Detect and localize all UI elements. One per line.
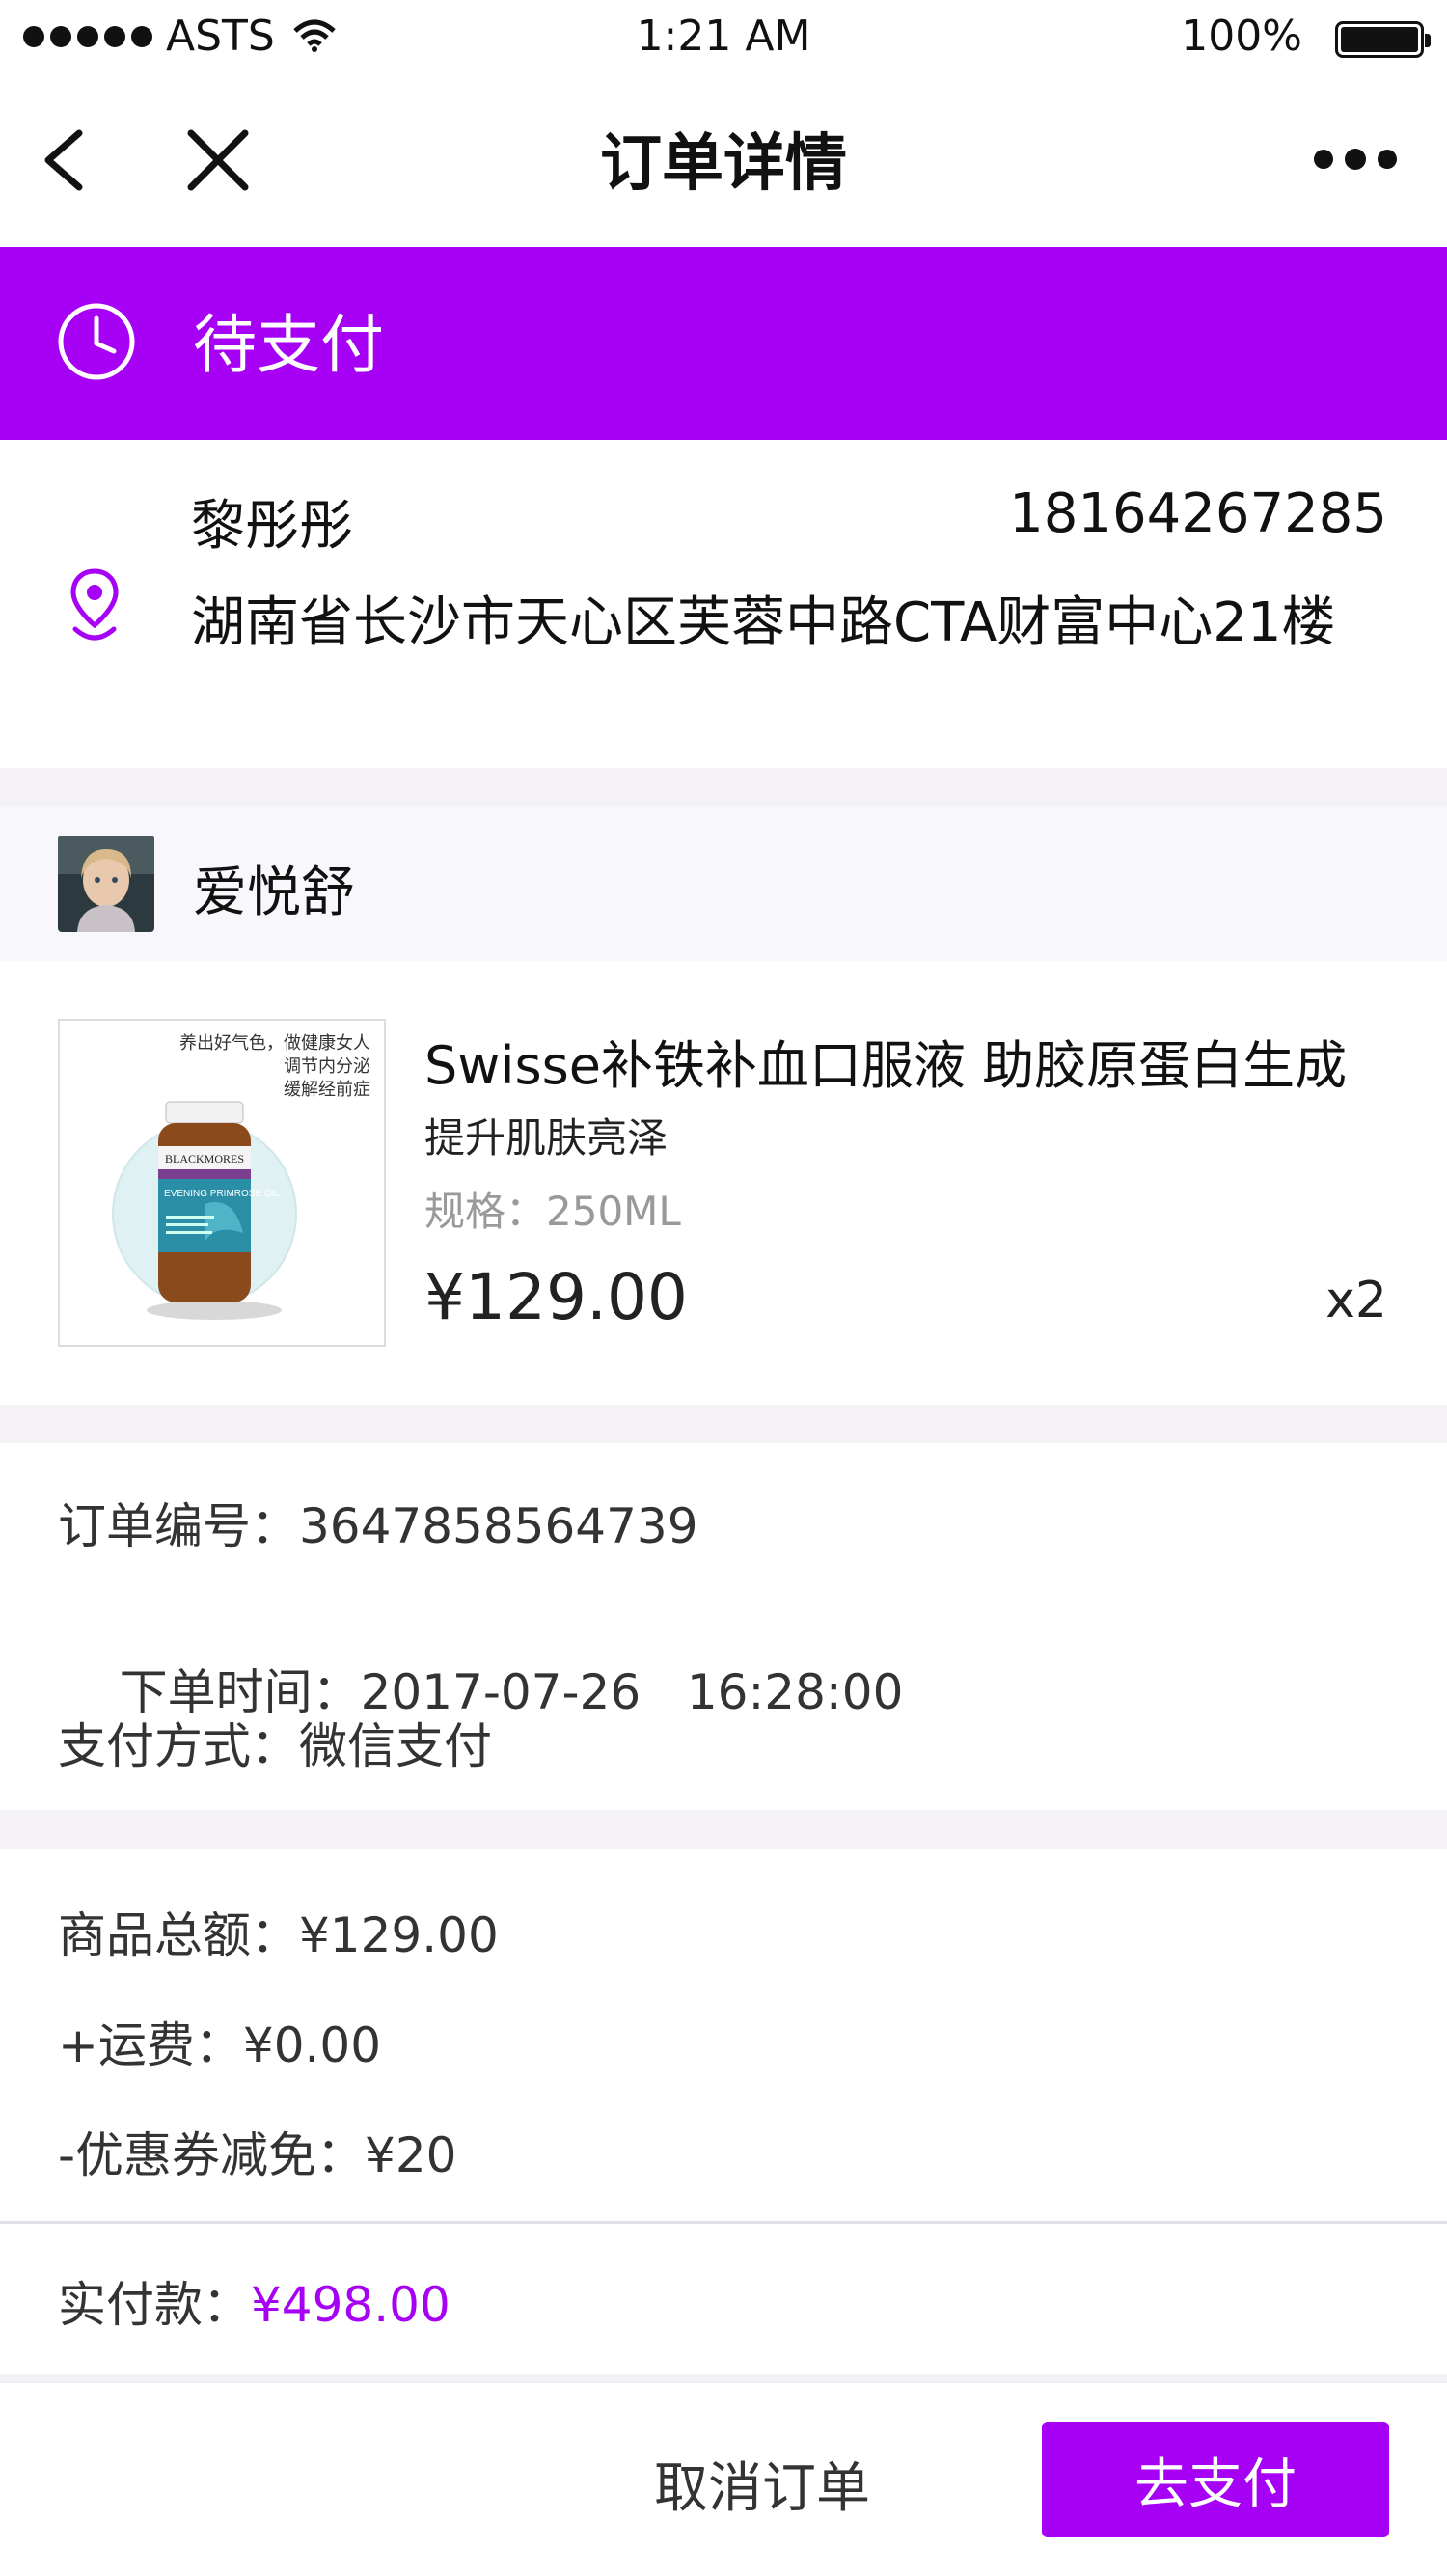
image-caption-1: 养出好气色，做健康女人 bbox=[179, 1033, 370, 1054]
amount-summary: 商品总额：¥129.00 +运费：¥0.00 -优惠券减免：¥20 bbox=[0, 1849, 1447, 2221]
shipping-address[interactable]: 黎彤彤 18164267285 湖南省长沙市天心区芙蓉中路CTA财富中心21楼 bbox=[0, 440, 1447, 768]
product-spec: 规格：250ML bbox=[424, 1188, 681, 1235]
image-brand: BLACKMORES bbox=[165, 1152, 244, 1165]
location-pin-icon bbox=[70, 568, 119, 641]
recipient-phone: 18164267285 bbox=[1009, 482, 1387, 545]
payment-method: 微信支付 bbox=[299, 1718, 492, 1774]
goods-total: ¥129.00 bbox=[299, 1907, 499, 1963]
product-image: 养出好气色，做健康女人 调节内分泌 缓解经前症 BLACKMORES EVENI… bbox=[58, 1019, 386, 1347]
battery-percent: 100% bbox=[1181, 12, 1302, 61]
pay-button[interactable]: 去支付 bbox=[1042, 2422, 1389, 2537]
shipping-row: +运费：¥0.00 bbox=[58, 2007, 381, 2076]
goods-total-row: 商品总额：¥129.00 bbox=[58, 1897, 499, 1966]
shipping-label: +运费： bbox=[58, 2017, 243, 2073]
order-number-row: 订单编号：3647858564739 bbox=[58, 1488, 698, 1557]
paid-amount: 实付款：¥498.00 bbox=[0, 2224, 1447, 2374]
page-title: 订单详情 bbox=[600, 128, 847, 200]
bottom-action-bar: 取消订单 去支付 bbox=[0, 2381, 1447, 2576]
goods-total-label: 商品总额： bbox=[58, 1907, 299, 1963]
nav-bar: 订单详情 bbox=[0, 77, 1447, 247]
shop-name: 爱悦舒 bbox=[193, 862, 355, 924]
address-detail: 湖南省长沙市天心区芙蓉中路CTA财富中心21楼 bbox=[191, 591, 1336, 654]
product-quantity: x2 bbox=[1325, 1272, 1387, 1329]
shop-avatar bbox=[58, 836, 154, 932]
order-number: 3647858564739 bbox=[299, 1498, 698, 1554]
coupon-row: -优惠券减免：¥20 bbox=[58, 2117, 456, 2186]
product-item[interactable]: 养出好气色，做健康女人 调节内分泌 缓解经前症 BLACKMORES EVENI… bbox=[0, 961, 1447, 1405]
paid-row: 实付款：¥498.00 bbox=[58, 2266, 450, 2336]
shop-header[interactable]: 爱悦舒 bbox=[0, 807, 1447, 961]
shipping-fee: ¥0.00 bbox=[242, 2017, 382, 2073]
product-subtitle: 提升肌肤亮泽 bbox=[424, 1114, 669, 1162]
more-icon[interactable] bbox=[1312, 145, 1399, 174]
paid-value: ¥498.00 bbox=[251, 2277, 450, 2333]
section-gap bbox=[0, 768, 1447, 807]
recipient-name: 黎彤彤 bbox=[191, 495, 353, 558]
cancel-order-button[interactable]: 取消订单 bbox=[617, 2425, 907, 2541]
section-gap bbox=[0, 2374, 1447, 2381]
payment-method-label: 支付方式： bbox=[58, 1718, 299, 1774]
order-number-label: 订单编号： bbox=[58, 1498, 299, 1554]
battery-icon bbox=[1335, 21, 1431, 58]
section-gap bbox=[0, 1405, 1447, 1443]
payment-method-row: 支付方式：微信支付 bbox=[58, 1708, 492, 1777]
order-status-label: 待支付 bbox=[193, 308, 384, 382]
product-price: ¥129.00 bbox=[424, 1260, 688, 1334]
coupon-discount: ¥20 bbox=[365, 2127, 457, 2183]
paid-label: 实付款： bbox=[58, 2277, 251, 2333]
section-gap bbox=[0, 1810, 1447, 1849]
coupon-label: -优惠券减免： bbox=[58, 2127, 366, 2183]
order-info: 订单编号：3647858564739 下单时间：2017-07-26 16:28… bbox=[0, 1443, 1447, 1810]
image-product-name: EVENING PRIMROSE OIL bbox=[164, 1189, 280, 1199]
clock-icon bbox=[58, 303, 135, 380]
image-caption-2: 调节内分泌 bbox=[284, 1056, 370, 1077]
order-status-banner: 待支付 bbox=[0, 247, 1447, 440]
status-bar: ASTS 1:21 AM 100% bbox=[0, 0, 1447, 77]
product-title: Swisse补铁补血口服液 助胶原蛋白生成 bbox=[424, 1035, 1348, 1096]
